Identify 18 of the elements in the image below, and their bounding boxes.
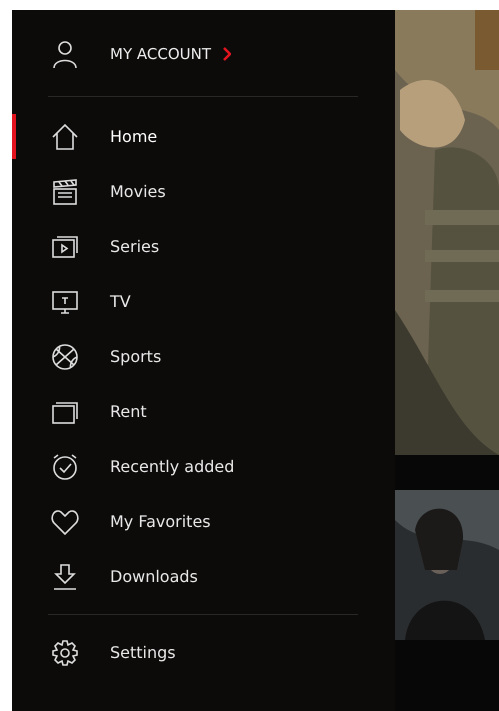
menu-item[interactable]: Series: [110, 237, 160, 256]
menu-item[interactable]: Recently added: [110, 457, 234, 476]
menu-item[interactable]: Movies: [110, 182, 166, 201]
menu-item[interactable]: Downloads: [110, 567, 198, 586]
user-icon: [50, 39, 80, 69]
menu-item[interactable]: Home: [110, 127, 158, 146]
menu-item[interactable]: Sports: [110, 347, 162, 366]
house-icon: [50, 122, 80, 152]
alarm-clock-icon: [50, 452, 80, 482]
menu-item[interactable]: Rent: [110, 402, 147, 421]
menu-item[interactable]: Settings: [110, 643, 176, 662]
chevron-right-icon: [223, 47, 231, 61]
menu-item[interactable]: My Favorites: [110, 512, 211, 531]
my-account-button[interactable]: MY ACCOUNT: [110, 45, 211, 63]
ball-icon: [50, 342, 80, 372]
clapperboard-icon: [50, 176, 80, 206]
settings-icon: [50, 638, 80, 668]
menu-item[interactable]: TV: [110, 292, 131, 311]
